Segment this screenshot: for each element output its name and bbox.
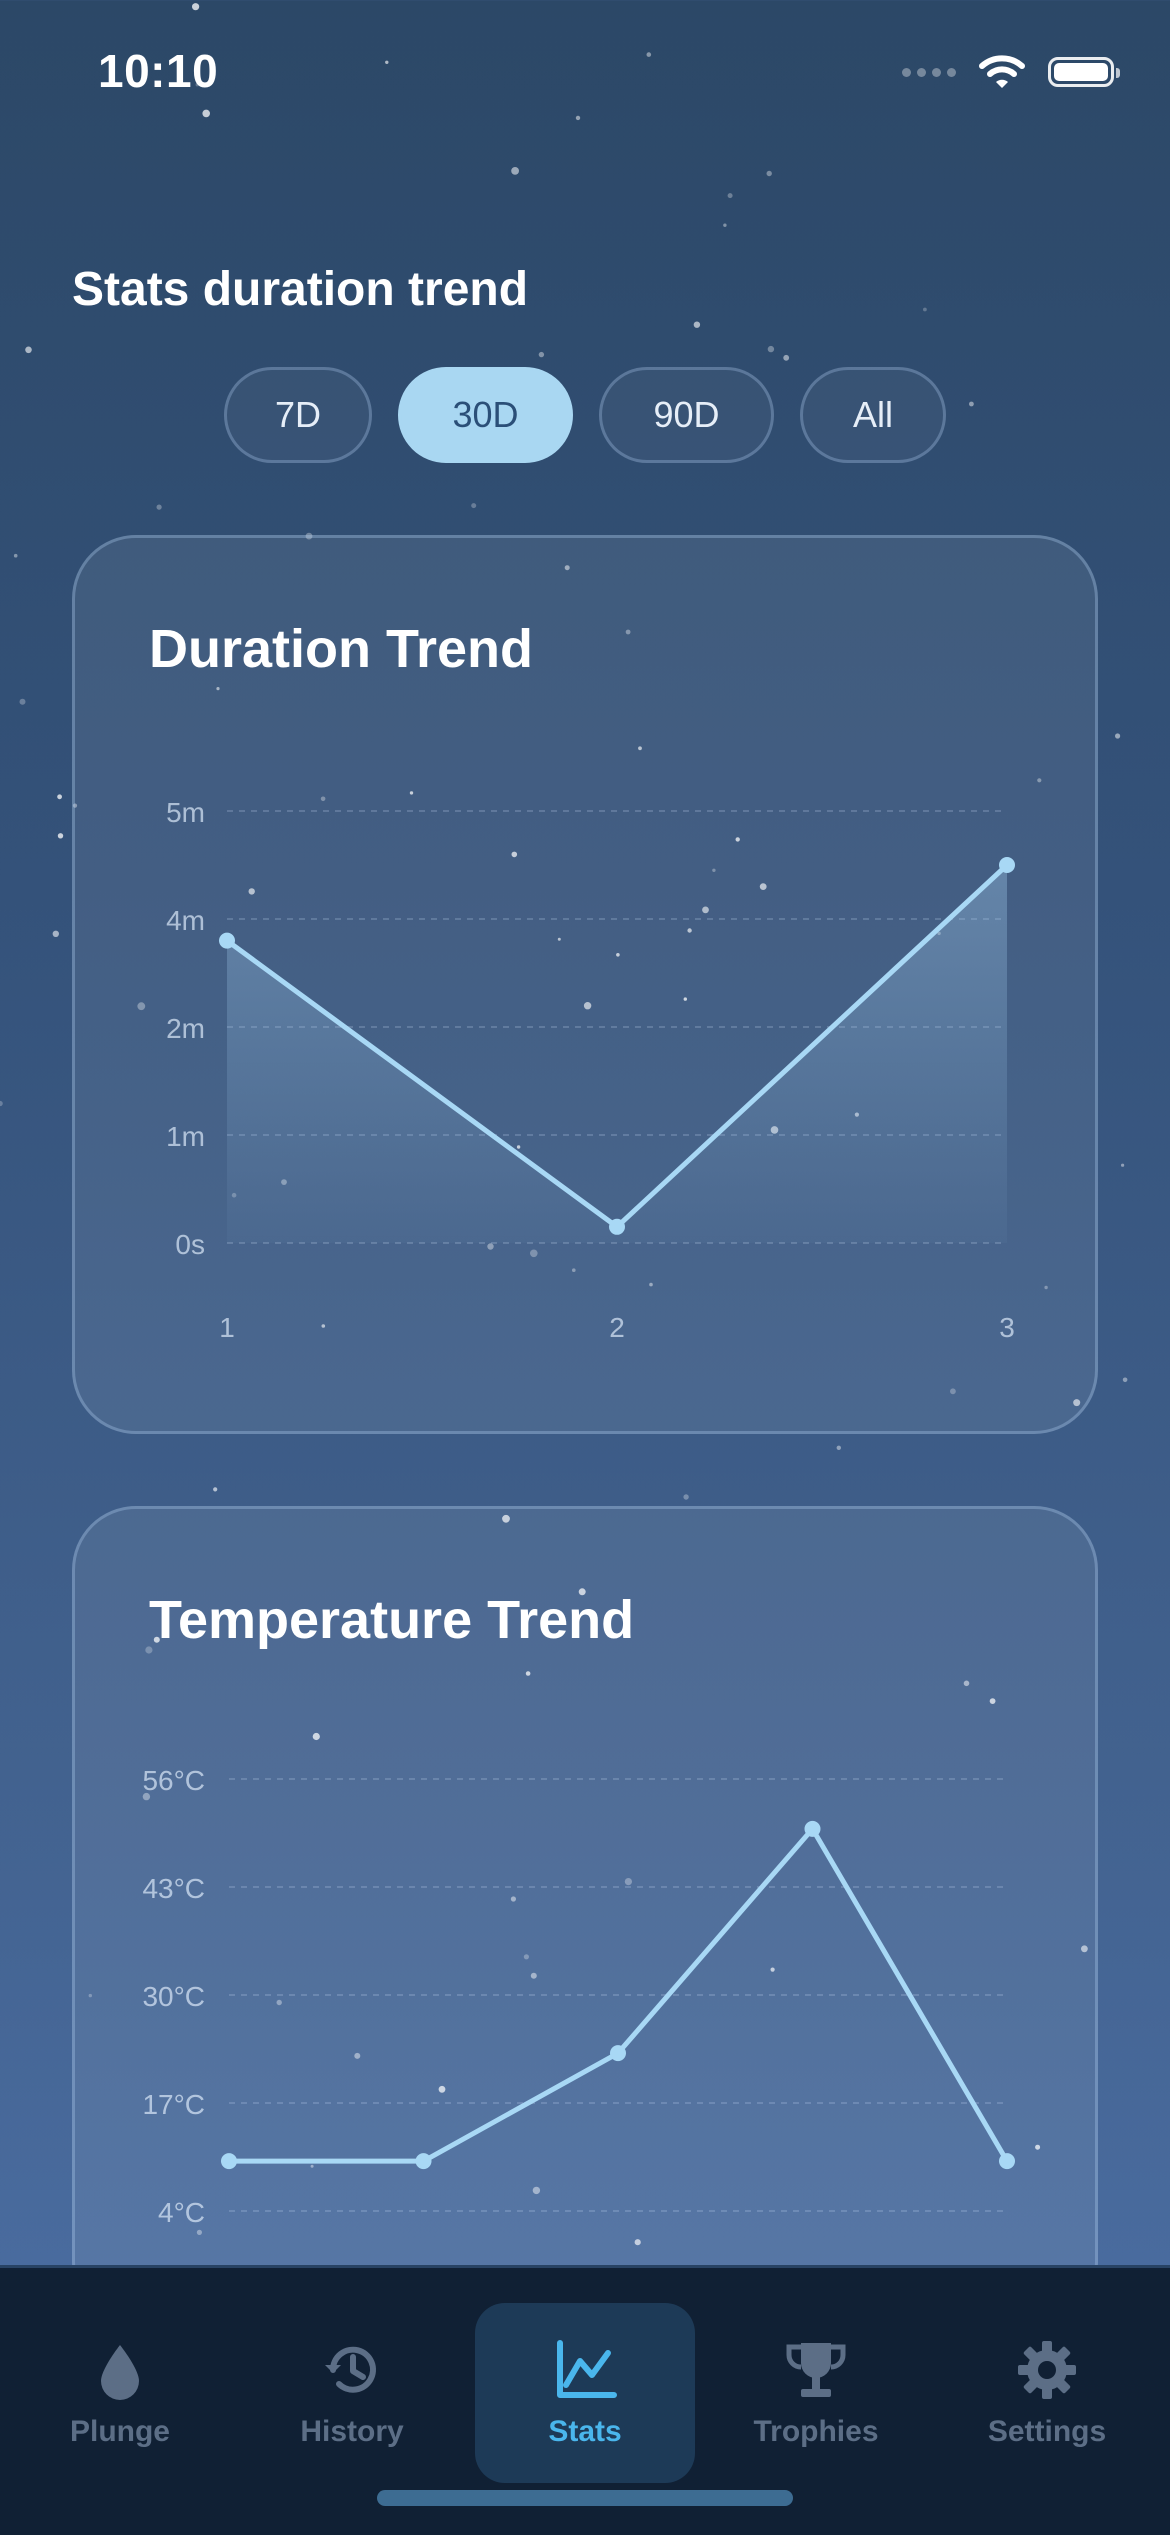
status-icons (902, 54, 1120, 90)
data-point (999, 2153, 1015, 2170)
tab-plunge-label: Plunge (69, 2415, 170, 2448)
star-dot (723, 223, 727, 227)
y-tick-label: 4°C (158, 2197, 205, 2228)
y-tick-label: 4m (166, 905, 205, 936)
star-dot (511, 167, 519, 175)
star-dot (727, 193, 733, 199)
star-dot (19, 698, 26, 705)
range-tab-7d[interactable]: 7D (224, 367, 372, 463)
status-time: 10:10 (98, 45, 219, 97)
data-point (415, 2153, 432, 2170)
range-tab-all[interactable]: All (800, 367, 946, 463)
temperature-trend-card: Temperature Trend 4°C 17°C 30°C 43°C 56°C (72, 1506, 1098, 2326)
y-tick-label: 43°C (142, 1873, 205, 1904)
y-tick-label: 17°C (142, 2089, 205, 2120)
star-dot (969, 401, 974, 407)
star-dot (25, 346, 32, 354)
duration-trend-chart: 0s 1m 2m 4m 5m 1 2 3 (166, 797, 1015, 1343)
star-dot (57, 794, 62, 800)
range-tab-30d[interactable]: 30D (398, 367, 573, 463)
star-dot (836, 1445, 841, 1451)
tab-trophies[interactable]: Trophies (706, 2303, 926, 2483)
water-drop-icon (101, 2345, 139, 2400)
gear-icon (1018, 2341, 1076, 2399)
temperature-trend-chart: 4°C 17°C 30°C 43°C 56°C (142, 1765, 1015, 2228)
star-dot (156, 504, 162, 510)
tab-history[interactable]: History (242, 2303, 462, 2483)
trophy-icon (786, 2343, 846, 2397)
star-dot (766, 170, 772, 177)
y-tick-label: 1m (166, 1121, 205, 1152)
wifi-icon (979, 55, 1025, 88)
star-dot (923, 307, 927, 312)
area-fill (227, 865, 1007, 1243)
home-indicator (377, 2490, 793, 2506)
star-dot (538, 351, 545, 358)
data-point (609, 1218, 625, 1235)
data-point (219, 932, 235, 949)
star-dot (783, 354, 790, 361)
x-tick-label: 3 (999, 1312, 1015, 1343)
star-dot (693, 321, 701, 328)
tab-settings-label: Settings (987, 2415, 1107, 2448)
tab-history-label: History (300, 2415, 404, 2448)
star-dot (0, 1100, 3, 1107)
range-tab-90d[interactable]: 90D (599, 367, 774, 463)
chart-line-icon (557, 2340, 617, 2398)
star-dot (767, 345, 775, 353)
data-point (221, 2153, 237, 2170)
data-point (804, 1820, 821, 1837)
star-dot (13, 553, 18, 558)
tab-trophies-label: Trophies (753, 2415, 879, 2448)
star-dot (213, 1487, 218, 1492)
y-tick-label: 5m (166, 797, 205, 828)
y-tick-label: 0s (175, 1229, 205, 1260)
cellular-signal-icon (902, 67, 956, 77)
range-tab-group: 7D 30D 90D All (224, 367, 946, 463)
tab-stats[interactable]: Stats (475, 2303, 695, 2483)
y-tick-label: 56°C (142, 1765, 205, 1796)
history-clock-icon (325, 2346, 376, 2393)
tab-plunge[interactable]: Plunge (10, 2303, 230, 2483)
star-dot (471, 503, 477, 509)
status-bar: 10:10 (0, 0, 1170, 150)
star-dot (1122, 1377, 1128, 1383)
star-dot (683, 1494, 689, 1500)
battery-icon (1048, 57, 1120, 87)
data-point (999, 857, 1015, 873)
page-title: Stats duration trend (72, 263, 529, 316)
x-tick-label: 2 (609, 1312, 625, 1343)
star-dot (52, 930, 59, 937)
star-dot (1121, 1163, 1125, 1167)
tab-settings[interactable]: Settings (937, 2303, 1157, 2483)
y-tick-label: 30°C (142, 1981, 205, 2012)
duration-trend-card: Duration Trend 0s 1m 2m 4m 5m 1 2 3 (72, 535, 1098, 1434)
tab-stats-label: Stats (548, 2415, 622, 2448)
star-dot (1115, 733, 1121, 739)
x-tick-label: 1 (219, 1312, 235, 1343)
data-point (610, 2045, 626, 2062)
star-dot (57, 833, 64, 839)
y-tick-label: 2m (166, 1013, 205, 1044)
